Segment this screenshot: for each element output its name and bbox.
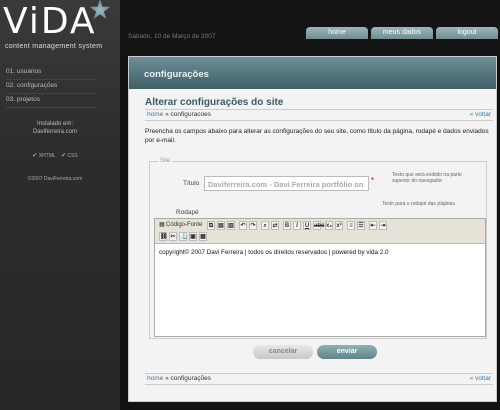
logo-wordmark: ViDA (3, 1, 97, 42)
current-date: Sábado, 10 de Março de 2007 (128, 33, 216, 40)
installed-label: Instalado em: (36, 121, 74, 127)
undo-icon[interactable]: ↶ (239, 221, 247, 230)
cancel-button[interactable]: cancelar (253, 345, 313, 359)
panel-title: configurações (144, 69, 209, 80)
unlink-icon[interactable]: ✂ (169, 232, 177, 241)
tab-home[interactable]: home (306, 27, 368, 39)
badge-css[interactable]: CSS (67, 153, 77, 159)
breadcrumb-home-link[interactable]: home (147, 111, 163, 118)
copyright: ©2007 DaviFerreira.com (27, 176, 83, 182)
check-icon: ✔ (32, 153, 38, 159)
source-code-button[interactable]: Código-Fonte (166, 221, 206, 230)
indent-icon[interactable]: ⇥ (379, 221, 387, 230)
source-icon[interactable]: ▦ (159, 221, 165, 230)
copy-icon[interactable]: ⧉ (207, 221, 215, 230)
main-panel: configurações Alterar configurações do s… (128, 56, 497, 402)
breadcrumb-separator: » (163, 111, 171, 118)
bottom-breadcrumb: home » configurações « voltar (145, 373, 493, 385)
back-label: voltar (475, 111, 491, 118)
installed-info: Instalado em: Daviferreira.com (0, 120, 110, 136)
fieldset-legend: Site (158, 158, 173, 164)
logo-tagline: content management system (5, 43, 103, 50)
subscript-icon[interactable]: x₂ (325, 221, 333, 230)
title-input[interactable]: Daviferreira.com - Davi Ferreira portfól… (204, 176, 369, 191)
submit-button[interactable]: enviar (317, 345, 377, 359)
site-fieldset: Site Título Daviferreira.com - Davi Ferr… (149, 158, 487, 339)
breadcrumb: home » configuracoes « voltar (145, 109, 493, 121)
table-icon[interactable]: ▦ (199, 232, 207, 241)
tab-logout[interactable]: logout (436, 27, 498, 39)
back-link[interactable]: « voltar (470, 110, 491, 120)
check-icon: ✔ (61, 153, 67, 159)
strikethrough-icon[interactable]: abc (313, 221, 324, 230)
editor-content[interactable]: copyright© 2007 Davi Ferreira | todos os… (159, 249, 479, 256)
breadcrumb-current: configuracoes (170, 111, 211, 118)
panel-header: configurações (129, 57, 496, 89)
bullet-list-icon[interactable]: ☰ (357, 221, 365, 230)
breadcrumb-current: configurações (170, 375, 211, 382)
section-title: Alterar configurações do site (145, 97, 284, 108)
validation-badges: ✔ XHTML ✔ CSS (0, 152, 110, 159)
paste-icon[interactable]: ▤ (217, 221, 225, 230)
paste-text-icon[interactable]: ▥ (227, 221, 235, 230)
logo[interactable]: ViDA content management system (3, 0, 113, 53)
intro-text: Preencha os campos abaixo para alterar a… (145, 128, 489, 144)
superscript-icon[interactable]: x² (335, 221, 343, 230)
numbered-list-icon[interactable]: ≡ (347, 221, 355, 230)
sidebar-item-projetos[interactable]: 03. projetos (6, 94, 96, 108)
redo-icon[interactable]: ↷ (249, 221, 257, 230)
underline-icon[interactable]: U (303, 221, 311, 230)
required-mark: * (371, 176, 375, 185)
editor-toolbar: ▦ Código-Fonte ⧉ ▤ ▥ ↶ ↷ ⌕ ⇄ B I U abc x… (155, 219, 485, 244)
tab-meus-dados[interactable]: meus dados (371, 27, 433, 39)
find-icon[interactable]: ⌕ (261, 221, 269, 230)
breadcrumb-home-link[interactable]: home (147, 375, 163, 382)
back-link[interactable]: « voltar (470, 374, 491, 384)
footer-label: Rodapé (176, 209, 199, 216)
replace-icon[interactable]: ⇄ (271, 221, 279, 230)
image-icon[interactable]: ▣ (189, 232, 197, 241)
footer-editor[interactable]: ▦ Código-Fonte ⧉ ▤ ▥ ↶ ↷ ⌕ ⇄ B I U abc x… (154, 218, 486, 337)
breadcrumb-separator: » (163, 375, 171, 382)
bold-icon[interactable]: B (283, 221, 291, 230)
title-label: Título (183, 180, 200, 187)
installed-site: Daviferreira.com (32, 129, 77, 135)
title-hint: Texto que será exibido na parte superior… (392, 172, 462, 184)
outdent-icon[interactable]: ⇤ (369, 221, 377, 230)
header: Sábado, 10 de Março de 2007 home meus da… (120, 0, 500, 55)
link-icon[interactable]: ⛓ (159, 232, 168, 241)
sidebar-nav: 01. usuários 02. configurações 03. proje… (6, 66, 96, 108)
back-label: voltar (475, 375, 491, 382)
footer-hint: Texto para o rodapé das páginas (382, 201, 455, 207)
italic-icon[interactable]: I (293, 221, 301, 230)
sidebar-item-usuarios[interactable]: 01. usuários (6, 66, 96, 80)
sidebar-item-configuracoes[interactable]: 02. configurações (6, 80, 96, 94)
anchor-icon[interactable]: ⚓ (179, 232, 187, 241)
badge-xhtml[interactable]: XHTML (39, 153, 56, 159)
sidebar: ViDA content management system 01. usuár… (0, 0, 120, 410)
